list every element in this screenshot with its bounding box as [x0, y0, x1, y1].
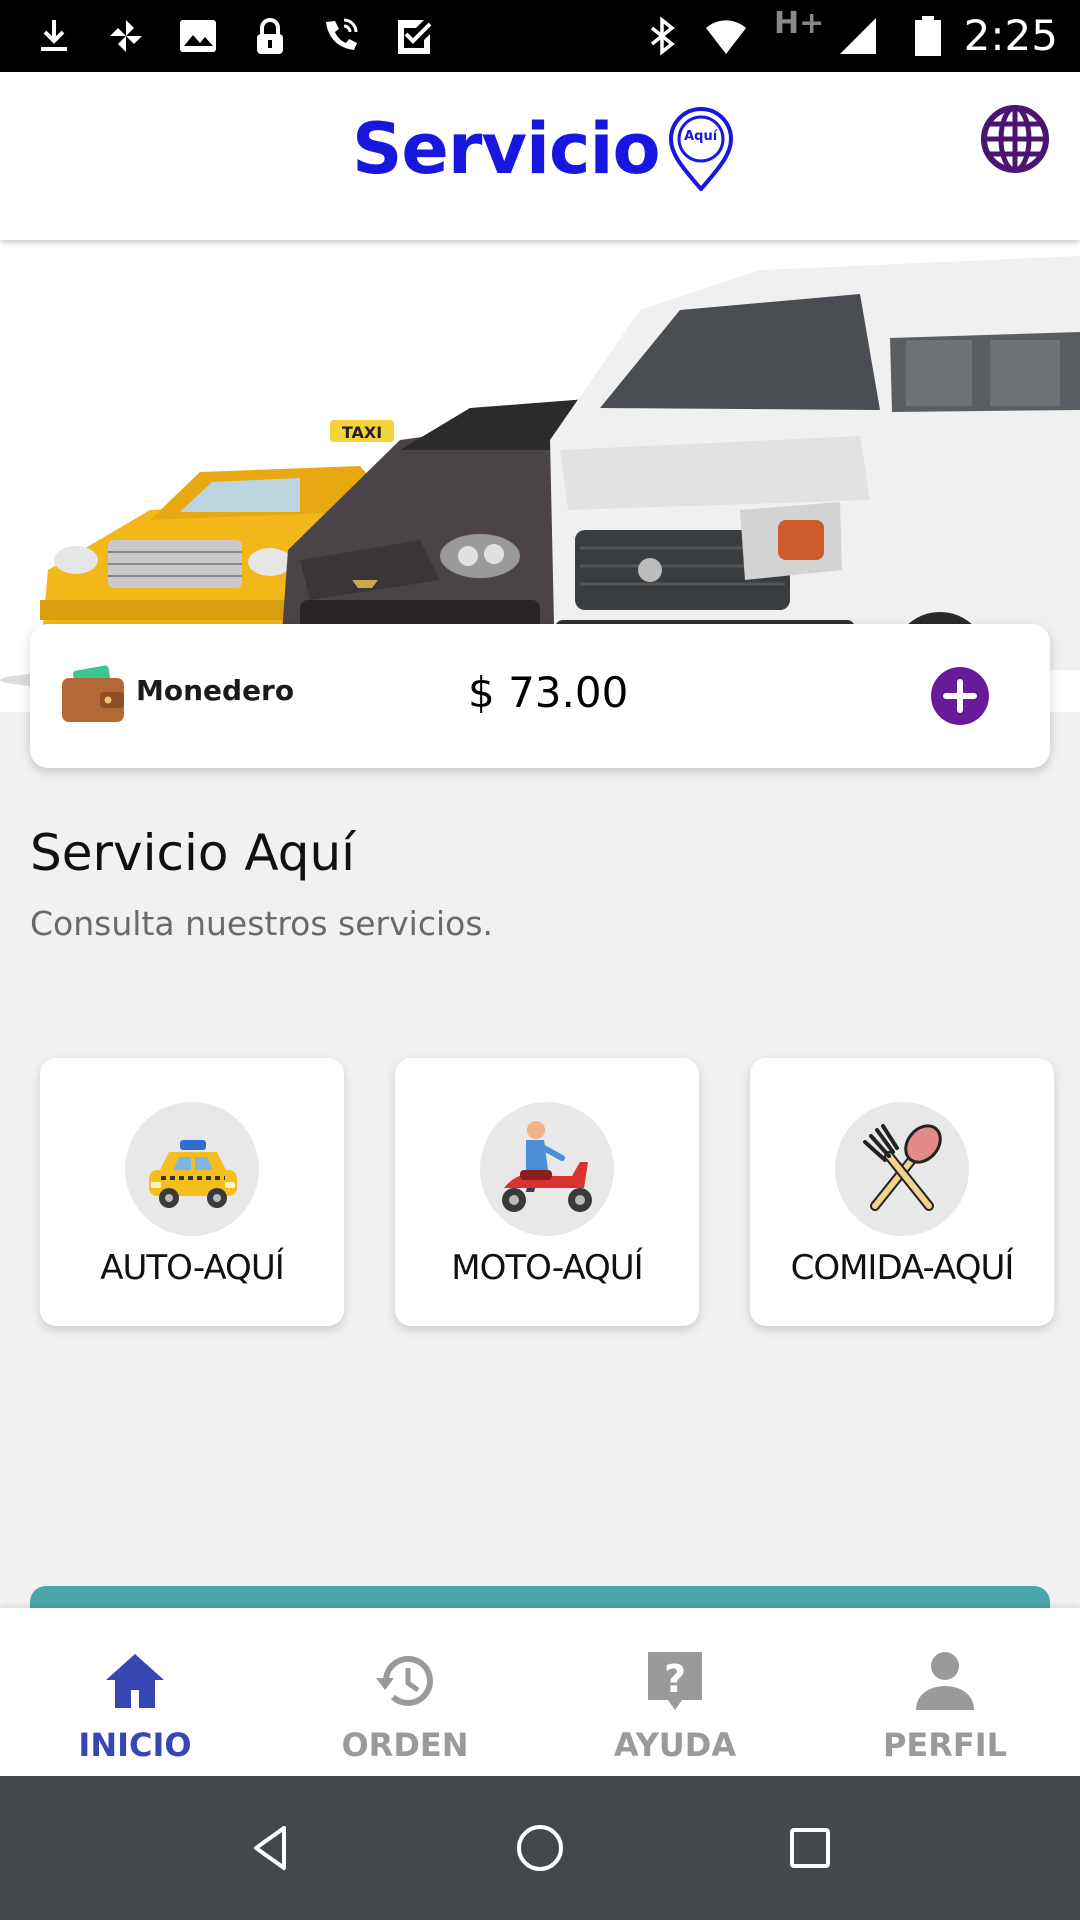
- home-icon: [106, 1654, 164, 1708]
- nav-item-orden[interactable]: ORDEN: [270, 1608, 540, 1776]
- wifi-icon: [704, 14, 754, 58]
- status-time: 2:25: [963, 11, 1058, 60]
- nav-label: AYUDA: [613, 1726, 737, 1764]
- svg-text:?: ?: [664, 1657, 686, 1701]
- nav-item-ayuda[interactable]: ? AYUDA: [540, 1608, 810, 1776]
- taxi-icon: [125, 1102, 259, 1236]
- nav-item-inicio[interactable]: INICIO: [0, 1608, 270, 1776]
- system-navigation-bar: [0, 1776, 1080, 1920]
- service-label: AUTO-AQUÍ: [100, 1248, 284, 1288]
- app-header: Servicio Aquí: [0, 72, 1080, 240]
- status-bar: H+ 2:25: [0, 0, 1080, 72]
- wifi-calling-icon: [318, 14, 362, 58]
- logo-text: Servicio: [352, 108, 661, 190]
- wallet-label: Monedero: [136, 674, 295, 707]
- scooter-icon: [480, 1102, 614, 1236]
- signal-icon: [836, 14, 880, 58]
- recents-icon[interactable]: [782, 1820, 838, 1876]
- person-icon: [916, 1652, 974, 1710]
- nav-label: PERFIL: [882, 1726, 1008, 1764]
- back-icon[interactable]: [244, 1820, 300, 1876]
- service-card-comida[interactable]: COMIDA-AQUÍ: [750, 1058, 1054, 1326]
- plus-circle-icon[interactable]: [930, 666, 990, 726]
- fork-spoon-icon: [835, 1102, 969, 1236]
- pinwheel-icon: [104, 14, 148, 58]
- lock-icon: [248, 14, 292, 58]
- service-card-moto[interactable]: MOTO-AQUÍ: [395, 1058, 699, 1326]
- location-pin-icon: Aquí: [668, 107, 734, 191]
- nav-label: ORDEN: [341, 1726, 469, 1764]
- service-label: MOTO-AQUÍ: [451, 1248, 643, 1288]
- bottom-navigation: INICIO ORDEN ? AYUDA PERFIL: [0, 1608, 1080, 1776]
- wallet-card[interactable]: Monedero $ 73.00: [30, 624, 1050, 768]
- history-icon: [376, 1655, 433, 1706]
- service-card-auto[interactable]: AUTO-AQUÍ: [40, 1058, 344, 1326]
- home-circle-icon[interactable]: [512, 1820, 568, 1876]
- section-subtitle: Consulta nuestros servicios.: [30, 904, 493, 943]
- bluetooth-icon: [640, 14, 684, 58]
- help-icon: ?: [648, 1652, 702, 1710]
- image-icon: [176, 14, 220, 58]
- logo-pin-text: Aquí: [684, 129, 718, 144]
- app-logo: Servicio Aquí: [352, 104, 734, 194]
- network-type: H+: [774, 6, 825, 41]
- wallet-balance: $ 73.00: [468, 668, 629, 717]
- battery-icon: [906, 14, 942, 58]
- globe-icon[interactable]: [980, 104, 1050, 174]
- wallet-icon: [60, 664, 126, 726]
- service-label: COMIDA-AQUÍ: [790, 1248, 1015, 1288]
- taxi-sign-text: TAXI: [342, 423, 382, 442]
- nav-item-perfil[interactable]: PERFIL: [810, 1608, 1080, 1776]
- nav-label: INICIO: [78, 1726, 192, 1764]
- checkbox-icon: [392, 14, 436, 58]
- section-title: Servicio Aquí: [30, 824, 356, 882]
- download-icon: [32, 14, 76, 58]
